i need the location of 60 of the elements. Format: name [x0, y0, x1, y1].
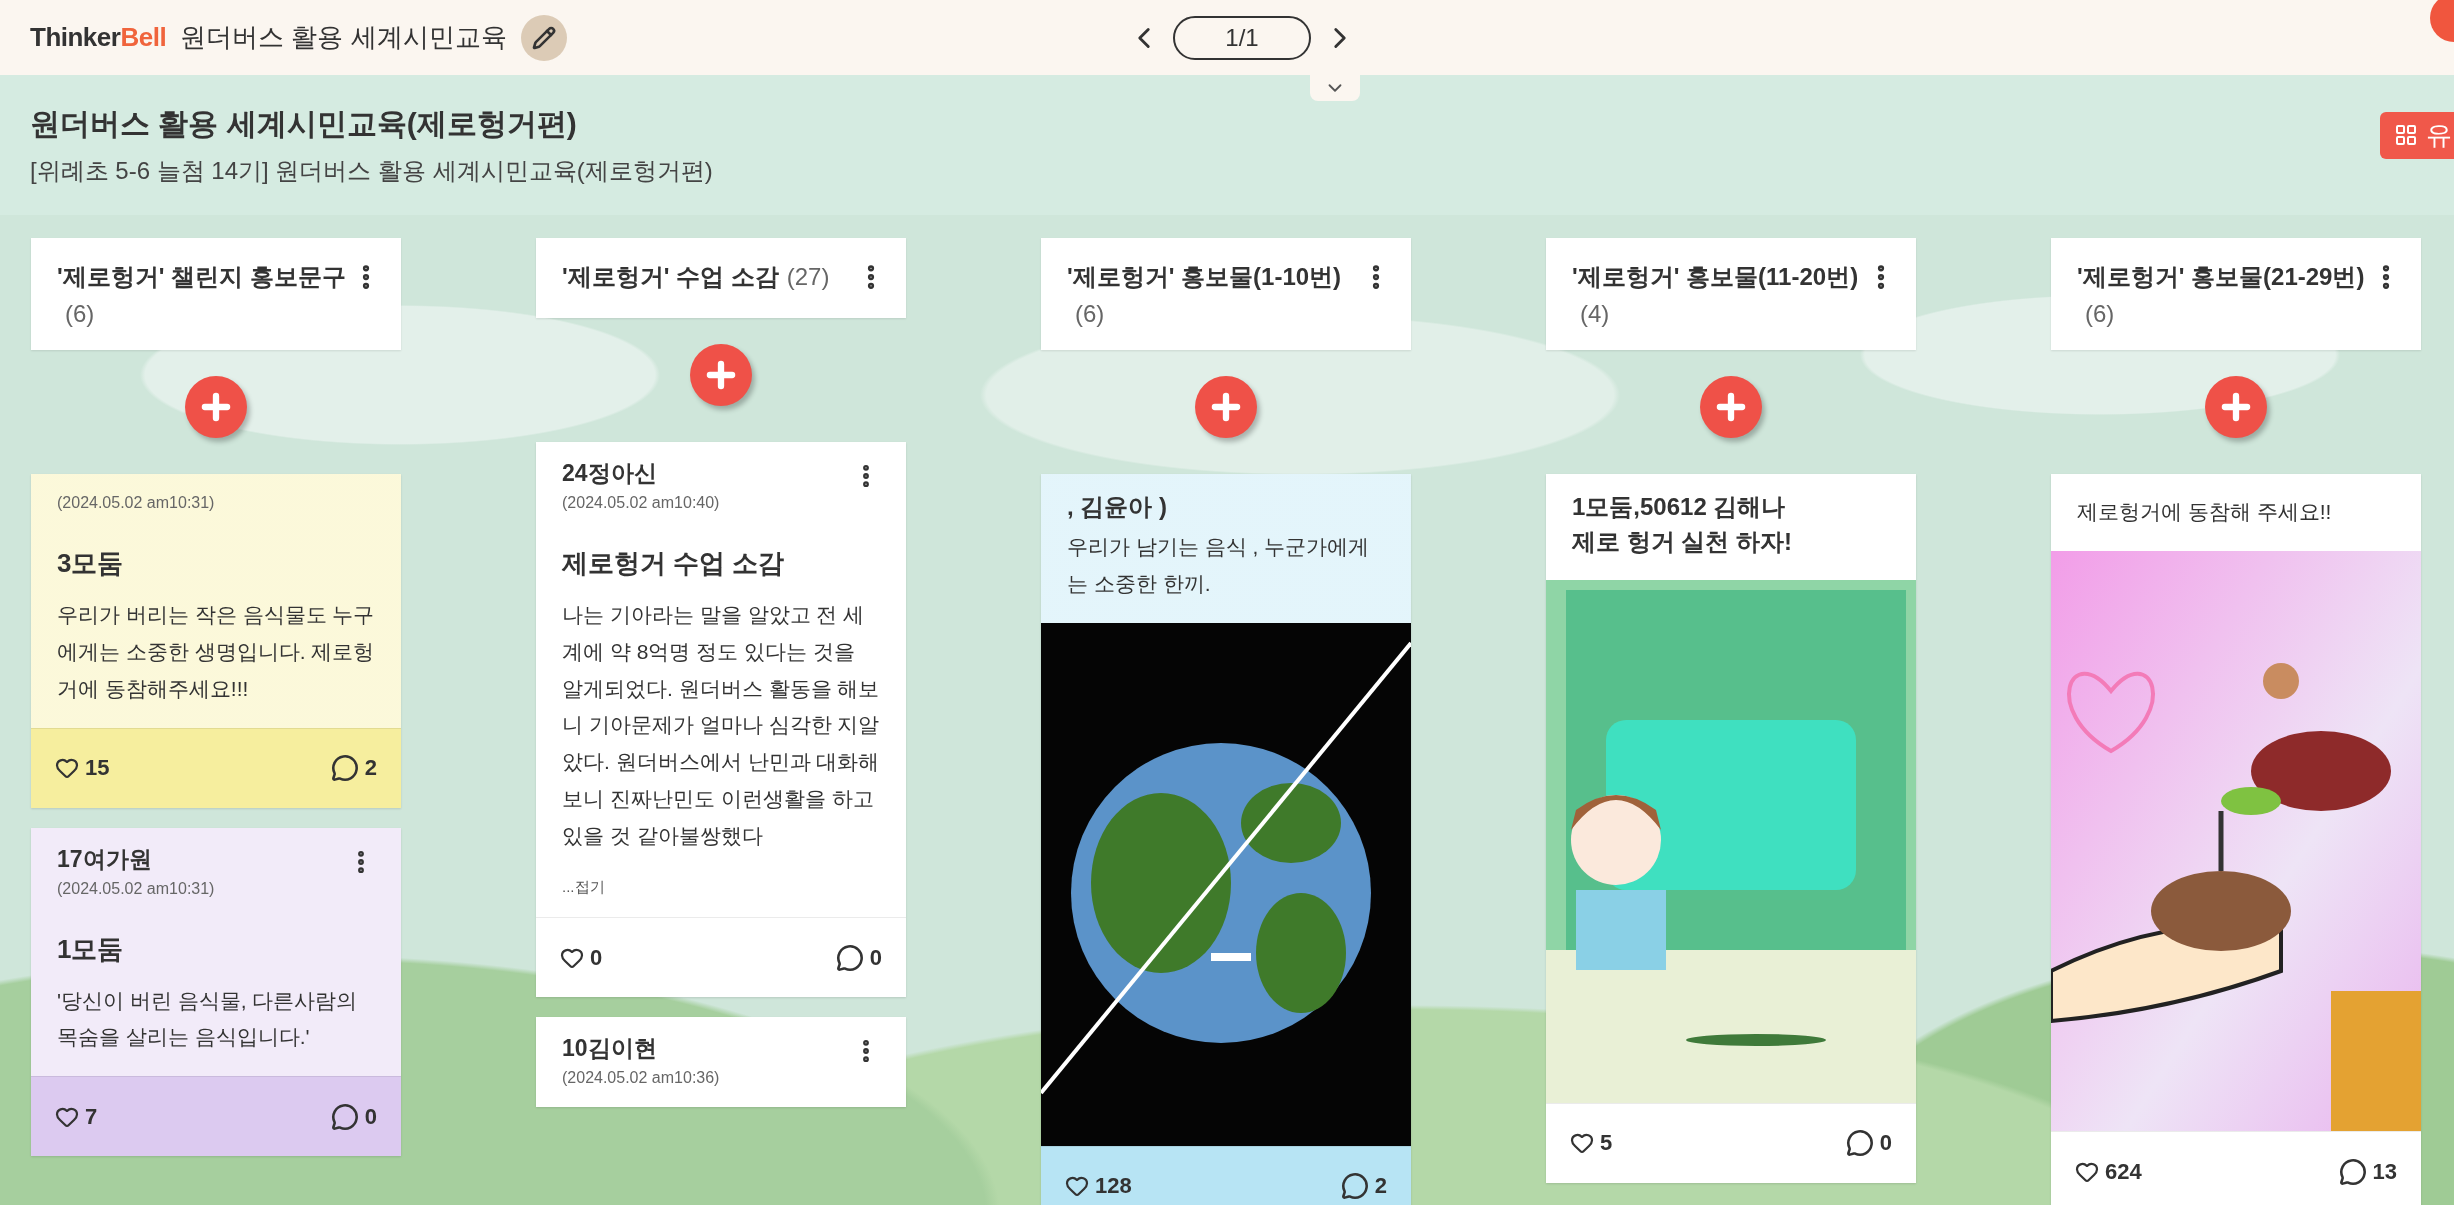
like-button[interactable]: 5: [1570, 1130, 1613, 1157]
post-text: '당신이 버린 음식물, 다른사람의 목숨을 살리는 음식입니다.': [57, 987, 359, 1051]
comment-icon: [2338, 1157, 2367, 1186]
post-text: 우리가 버리는 작은 음식물도 누구에게는 소중한 생명입니다. 제로헝거에 동참해주세요!!!: [57, 602, 375, 702]
post-card[interactable]: 1모둠,50612 김해나 제로 헝거 실천 하자! 5 0: [1546, 474, 1916, 1183]
comment-button[interactable]: 2: [330, 754, 377, 783]
board-name: 원더버스 활용 세계시민교육: [180, 21, 507, 54]
grid-icon: [2394, 123, 2418, 147]
like-button[interactable]: 0: [560, 944, 603, 971]
post-heading: 제로 헝거 실천 하자!: [1572, 527, 1793, 558]
column-title: '제로헝거' 홍보물(11-20번) (4): [1572, 262, 1860, 330]
author-name: 24정아신: [562, 459, 657, 488]
post-card[interactable]: 10김이현 (2024.05.02 am10:36): [536, 1017, 906, 1108]
collapse-link[interactable]: ...접기: [562, 878, 880, 898]
page-subtitle: [위례초 5-6 늘첨 14기] 원더버스 활용 세계시민교육(제로헝거편): [30, 155, 713, 186]
like-button[interactable]: 15: [55, 755, 110, 782]
column-title: '제로헝거' 홍보물(21-29번) (6): [2077, 262, 2366, 330]
post-card[interactable]: 17여가원 (2024.05.02 am10:31) 1모둠 '당신이 버린 음식물, 다른사람의 목숨을 살리는 음식입니다.' 7 0: [31, 827, 401, 1157]
comment-button[interactable]: 13: [2338, 1157, 2397, 1186]
expand-button[interactable]: [1310, 75, 1360, 101]
comment-button[interactable]: 0: [1845, 1129, 1892, 1158]
comment-button[interactable]: 0: [330, 1102, 377, 1131]
heart-icon: [1570, 1131, 1594, 1156]
pencil-icon: [531, 25, 556, 50]
post-title: 1모둠: [57, 932, 125, 966]
column-title: '제로헝거' 수업 소감 (27): [562, 262, 830, 292]
post-title: 3모둠: [57, 547, 125, 581]
like-button[interactable]: 128: [1065, 1173, 1132, 1200]
page-title: 원더버스 활용 세계시민교육(제로헝거편): [30, 105, 578, 142]
page-field[interactable]: 1/1: [1173, 15, 1311, 60]
comment-button[interactable]: 2: [1340, 1172, 1387, 1201]
comment-icon: [1845, 1129, 1874, 1158]
column-title: '제로헝거' 챌린지 홍보문구 (6): [57, 262, 347, 330]
heart-icon: [1065, 1174, 1089, 1199]
column-title: '제로헝거' 홍보물(1-10번) (6): [1067, 262, 1343, 330]
post-text: 나는 기아라는 말을 알았고 전 세계에 약 8억명 정도 있다는 것을 알게되었다. 원더버스 활동을 해보니 기아문제가 얼마나 심각한 지알았다. 원더버스에서 난민과 대화해보니 진짜난민도 이런생활을 하고있을 것 같아불쌍했다: [562, 602, 880, 849]
comment-icon: [1340, 1172, 1369, 1201]
post-heading: , 김윤아 ): [1067, 492, 1168, 523]
post-date: (2024.05.02 am10:40): [562, 494, 721, 512]
heart-icon: [55, 756, 79, 781]
post-heading: 1모둠,50612 김해나: [1572, 492, 1787, 523]
comment-icon: [835, 943, 864, 972]
post-date: (2024.05.02 am10:36): [562, 1069, 721, 1088]
post-card[interactable]: 24정아신 (2024.05.02 am10:40) 제로헝거 수업 소감 나는 기아라는 말을 알았고 전 세계에 약 8억명 정도 있다는 것을 알게되었다. 원더버스 활동을 해보니 기아문제가 얼마나 심각한 지알았다. 원더버스에서 난민과 대화해보니 진짜난민도 이런생활을 하고있을 것 같아불쌍했다 ...접기 0 0: [536, 442, 906, 998]
comment-icon: [330, 1102, 359, 1131]
post-card[interactable]: , 김윤아 ) 우리가 남기는 음식 , 누군가에게는 소중한 한끼. 128 2: [1041, 474, 1411, 1205]
author-name: 17여가원: [57, 844, 152, 874]
post-title: 제로헝거 수업 소감: [562, 547, 786, 580]
post-text: 제로헝거에 동참해 주세요!!: [2077, 499, 2333, 526]
post-date: (2024.05.02 am10:31): [57, 879, 216, 898]
comment-icon: [330, 754, 359, 783]
post-text: 우리가 남기는 음식 , 누군가에게는 소중한 한끼.: [1067, 534, 1371, 597]
post-card[interactable]: 제로헝거에 동참해 주세요!! 624 13: [2051, 474, 2421, 1205]
comment-button[interactable]: 0: [835, 943, 882, 972]
logo[interactable]: ThinkerBell: [30, 22, 167, 53]
post-card[interactable]: (2024.05.02 am10:31) 3모둠 우리가 버리는 작은 음식물도 누구에게는 소중한 생명입니다. 제로헝거에 동참해주세요!!! 15 2: [31, 474, 401, 808]
post-date: (2024.05.02 am10:31): [57, 494, 216, 513]
like-button[interactable]: 7: [55, 1103, 98, 1130]
like-button[interactable]: 624: [2075, 1158, 2142, 1185]
author-name: 10김이현: [562, 1034, 657, 1064]
